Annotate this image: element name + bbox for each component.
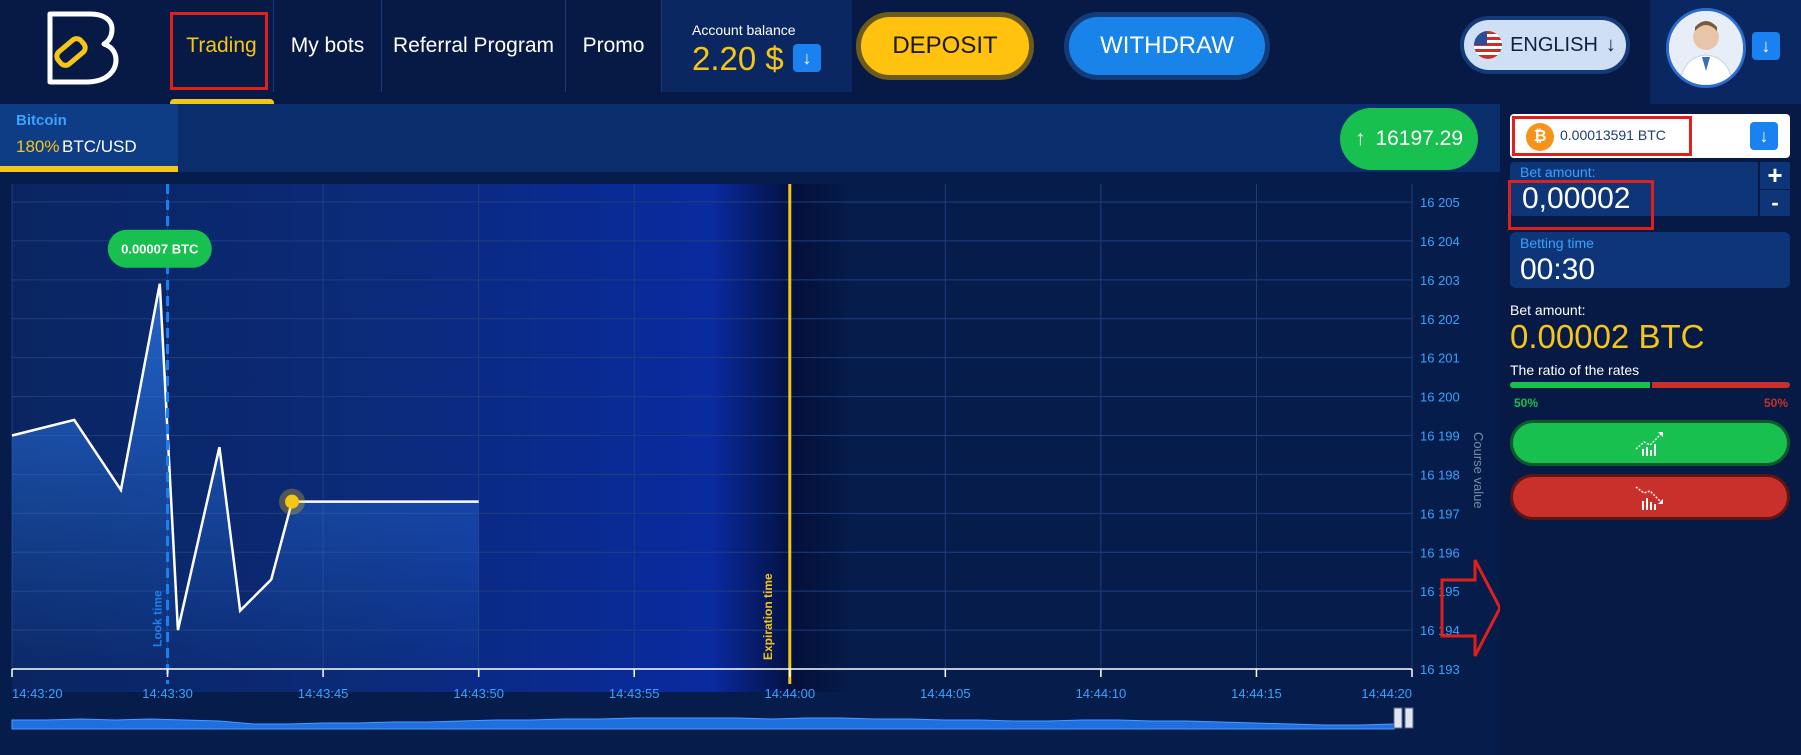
y-tick-label: 16 205 <box>1420 195 1460 210</box>
nav-tab-my-bots[interactable]: My bots <box>274 0 382 92</box>
wallet-dropdown-arrow-icon[interactable]: ↓ <box>1750 122 1778 150</box>
language-label: ENGLISH <box>1510 33 1598 56</box>
y-tick-label: 16 197 <box>1420 506 1460 521</box>
annotation-box-bet <box>1508 180 1654 230</box>
arrow-up-icon: ↑ <box>1354 127 1366 150</box>
y-tick-label: 16 196 <box>1420 545 1460 560</box>
ratio-down-value: 50% <box>1764 396 1789 410</box>
betting-time-label: Betting time <box>1520 235 1594 251</box>
minimap-handle-left[interactable] <box>1393 707 1403 729</box>
balance-dropdown-arrow-icon[interactable]: ↓ <box>793 44 821 72</box>
x-tick-label: 14:44:00 <box>764 686 815 701</box>
user-avatar[interactable] <box>1666 8 1746 88</box>
deposit-button[interactable]: DEPOSIT <box>856 12 1034 80</box>
chevron-down-icon: ↓ <box>1605 33 1616 56</box>
course-value-label: Course value <box>1471 432 1486 509</box>
y-axis-labels: 16 205 16 204 16 203 16 202 16 201 16 200 16 1… <box>1420 195 1460 677</box>
annotation-box-wallet <box>1512 116 1692 156</box>
y-tick-label: 16 195 <box>1420 584 1460 599</box>
y-tick-label: 16 201 <box>1420 351 1460 366</box>
x-tick-label: 14:43:45 <box>298 686 349 701</box>
current-point-marker <box>285 494 299 509</box>
y-tick-label: 16 200 <box>1420 390 1460 405</box>
asset-pair: BTC/USD <box>62 137 137 156</box>
trend-down-icon <box>1635 486 1663 510</box>
x-tick-label: 14:44:05 <box>920 686 971 701</box>
price-chart[interactable]: Look time Expiration time 0.00007 BTC 16… <box>0 172 1500 755</box>
x-tick-label: 14:43:50 <box>453 686 504 701</box>
asset-name: Bitcoin <box>16 112 67 129</box>
current-price-badge: ↑ 16197.29 <box>1340 108 1478 170</box>
nav-tab-promo[interactable]: Promo <box>566 0 662 92</box>
peak-value-badge: 0.00007 BTC <box>107 229 212 268</box>
annotation-box-trading <box>170 12 268 90</box>
ratio-bar-down <box>1652 382 1790 388</box>
trade-up-button[interactable] <box>1510 420 1790 466</box>
x-tick-label: 14:44:10 <box>1076 686 1127 701</box>
trend-up-icon <box>1635 432 1663 456</box>
asset-payout: 180% <box>16 137 60 156</box>
x-tick-label: 14:43:55 <box>609 686 660 701</box>
nav-tab-label: My bots <box>290 34 365 57</box>
annotation-arrow-icon <box>1440 559 1500 657</box>
minimap-handle-right[interactable] <box>1404 707 1414 729</box>
asset-tabs-row <box>0 104 1500 172</box>
y-tick-label: 16 198 <box>1420 467 1460 482</box>
nav-tab-label: Referral Program <box>392 34 555 57</box>
y-tick-label: 16 202 <box>1420 312 1460 327</box>
bet-increase-button[interactable]: + <box>1760 160 1790 190</box>
y-tick-label: 16 204 <box>1420 234 1460 249</box>
nav-tab-label: Promo <box>582 34 645 57</box>
betting-time-value[interactable]: 00:30 <box>1520 253 1595 287</box>
brand-logo-icon[interactable] <box>42 8 122 88</box>
y-tick-label: 16 199 <box>1420 429 1460 444</box>
us-flag-icon <box>1474 31 1503 59</box>
nav-tab-referral[interactable]: Referral Program <box>382 0 566 92</box>
y-tick-label: 16 193 <box>1420 662 1460 677</box>
bet-decrease-button[interactable]: - <box>1760 190 1790 216</box>
ratio-bar-up <box>1510 382 1650 388</box>
rates-ratio-label: The ratio of the rates <box>1510 362 1640 378</box>
withdraw-button[interactable]: WITHDRAW <box>1064 12 1270 80</box>
x-tick-label: 14:44:15 <box>1231 686 1282 701</box>
y-tick-label: 16 203 <box>1420 273 1460 288</box>
language-selector[interactable]: ENGLISH ↓ <box>1460 16 1630 74</box>
balance-label: Account balance <box>692 22 796 38</box>
bet-summary-label: Bet amount: <box>1510 302 1586 318</box>
trade-down-button[interactable] <box>1510 474 1790 520</box>
bet-summary-value: 0.00002 BTC <box>1510 318 1705 355</box>
ratio-up-value: 50% <box>1514 396 1539 410</box>
x-tick-label: 14:44:20 <box>1361 686 1412 701</box>
expiration-time-label: Expiration time <box>761 573 775 660</box>
peak-value-label: 0.00007 BTC <box>121 242 199 257</box>
profile-dropdown-arrow-icon[interactable]: ↓ <box>1752 32 1780 60</box>
bet-amount-label: Bet amount: <box>1520 164 1596 180</box>
x-tick-label: 14:43:20 <box>12 686 63 701</box>
current-price-value: 16197.29 <box>1375 127 1464 150</box>
look-time-label: Look time <box>151 590 165 647</box>
balance-value: 2.20 $ <box>692 40 784 77</box>
x-tick-label: 14:43:30 <box>142 686 193 701</box>
